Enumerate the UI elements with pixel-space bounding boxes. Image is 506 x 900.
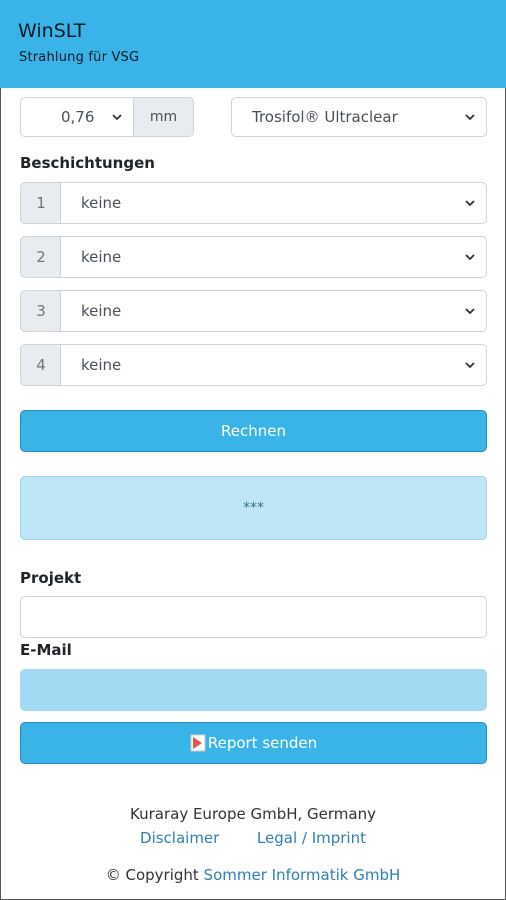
footer-links: Disclaimer Legal / Imprint: [0, 829, 506, 847]
coating-number: 3: [20, 290, 61, 332]
footer-company: Kuraray Europe GmbH, Germany: [130, 805, 376, 823]
thickness-unit: mm: [133, 97, 194, 137]
sommer-informatik-link[interactable]: Sommer Informatik GmbH: [204, 866, 401, 884]
email-input[interactable]: [20, 669, 487, 711]
result-box: ***: [20, 476, 487, 540]
chevron-down-icon: [465, 254, 475, 261]
coating-number: 1: [20, 182, 61, 224]
coating-value: keine: [81, 356, 122, 374]
coating-value: keine: [81, 194, 122, 212]
calculate-button[interactable]: Rechnen: [20, 410, 487, 452]
chevron-down-icon: [465, 114, 475, 121]
coating-value: keine: [81, 302, 122, 320]
chevron-down-icon: [465, 308, 475, 315]
chevron-down-icon: [112, 114, 122, 121]
coating-row: 3 keine: [20, 290, 487, 332]
pdf-icon: [190, 734, 206, 752]
coating-number: 4: [20, 344, 61, 386]
thickness-select[interactable]: 0,76: [20, 97, 134, 137]
app-subtitle: Strahlung für VSG: [19, 50, 140, 65]
coating-select[interactable]: keine: [60, 344, 487, 386]
project-input[interactable]: [20, 596, 487, 638]
footer-copyright: © Copyright Sommer Informatik GmbH: [0, 866, 506, 884]
legal-imprint-link[interactable]: Legal / Imprint: [257, 829, 366, 847]
project-label: Projekt: [20, 569, 82, 587]
coatings-label: Beschichtungen: [20, 154, 155, 172]
chevron-down-icon: [465, 200, 475, 207]
app-title: WinSLT: [18, 20, 86, 42]
coating-row: 1 keine: [20, 182, 487, 224]
coating-row: 2 keine: [20, 236, 487, 278]
disclaimer-link[interactable]: Disclaimer: [140, 829, 219, 847]
copyright-text: © Copyright: [105, 866, 199, 884]
coating-select[interactable]: keine: [60, 236, 487, 278]
interlayer-select[interactable]: Trosifol® Ultraclear: [231, 97, 487, 137]
coating-select[interactable]: keine: [60, 182, 487, 224]
coating-number: 2: [20, 236, 61, 278]
app-header: WinSLT Strahlung für VSG: [0, 0, 506, 88]
send-report-button[interactable]: Report senden: [20, 722, 487, 764]
email-label: E-Mail: [20, 641, 72, 659]
coating-row: 4 keine: [20, 344, 487, 386]
chevron-down-icon: [465, 362, 475, 369]
thickness-value: 0,76: [61, 108, 95, 126]
coating-value: keine: [81, 248, 122, 266]
send-report-label: Report senden: [207, 734, 318, 752]
coating-select[interactable]: keine: [60, 290, 487, 332]
interlayer-value: Trosifol® Ultraclear: [252, 108, 398, 126]
